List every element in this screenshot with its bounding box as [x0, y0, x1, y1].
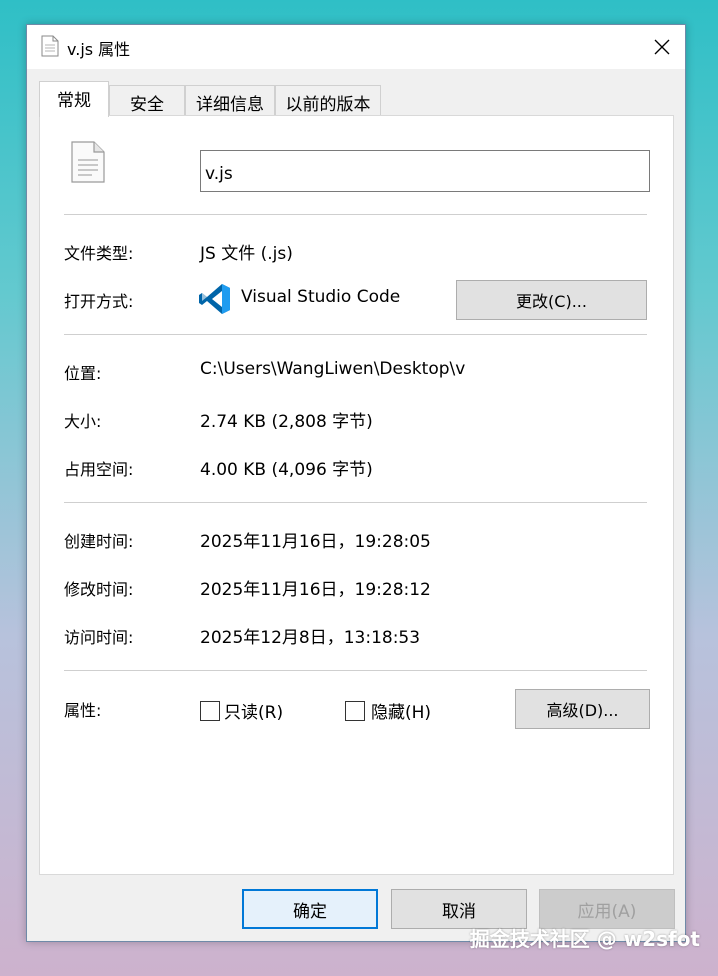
accessed-label: 访问时间:	[64, 628, 134, 647]
accessed-value: 2025年12月8日，13:18:53	[200, 628, 421, 648]
file-name-input[interactable]	[200, 150, 650, 192]
separator	[64, 334, 647, 335]
title-bar[interactable]: v.js 属性	[27, 25, 685, 69]
open-with-app: Visual Studio Code	[241, 287, 401, 307]
attributes-label: 属性:	[64, 701, 102, 720]
size-label: 大小:	[64, 412, 102, 431]
readonly-checkbox[interactable]	[200, 701, 220, 721]
properties-dialog: v.js 属性 常规 安全 详细信息 以前的版本 文件类型: JS 文件 (.j…	[26, 24, 686, 942]
file-type-label: 文件类型:	[64, 244, 134, 263]
hidden-checkbox[interactable]	[345, 701, 365, 721]
file-icon	[41, 35, 59, 57]
tab-security[interactable]: 安全	[109, 85, 185, 115]
file-type-value: JS 文件 (.js)	[200, 244, 293, 264]
advanced-button-label: 高级(D)...	[546, 701, 619, 720]
separator	[64, 214, 647, 215]
separator	[64, 502, 647, 503]
watermark: 掘金技术社区 @ w2sfot	[469, 927, 700, 951]
created-value: 2025年11月16日，19:28:05	[200, 532, 431, 552]
change-button-label: 更改(C)...	[516, 292, 587, 311]
created-label: 创建时间:	[64, 532, 134, 551]
tab-previous-versions[interactable]: 以前的版本	[275, 85, 381, 115]
general-panel: 文件类型: JS 文件 (.js) 打开方式: Visual Studio Co…	[39, 115, 674, 875]
location-value: C:\Users\WangLiwen\Desktop\v	[200, 359, 466, 379]
window-title: v.js 属性	[67, 40, 131, 59]
size-value: 2.74 KB (2,808 字节)	[200, 412, 373, 432]
cancel-button-label: 取消	[442, 901, 476, 922]
modified-value: 2025年11月16日，19:28:12	[200, 580, 431, 600]
readonly-label[interactable]: 只读(R)	[224, 698, 283, 723]
change-button[interactable]: 更改(C)...	[456, 280, 647, 320]
apply-button-label: 应用(A)	[577, 901, 637, 922]
open-with-label: 打开方式:	[64, 292, 134, 311]
tab-details[interactable]: 详细信息	[185, 85, 275, 115]
ok-button-label: 确定	[293, 901, 327, 922]
close-button[interactable]	[639, 25, 685, 69]
vscode-icon	[199, 284, 230, 314]
size-on-disk-label: 占用空间:	[64, 460, 134, 479]
size-on-disk-value: 4.00 KB (4,096 字节)	[200, 460, 373, 480]
modified-label: 修改时间:	[64, 580, 134, 599]
location-label: 位置:	[64, 364, 102, 383]
tab-general[interactable]: 常规	[39, 81, 109, 117]
file-icon	[71, 141, 105, 183]
separator	[64, 670, 647, 671]
ok-button[interactable]: 确定	[242, 889, 378, 929]
close-icon	[654, 39, 670, 55]
advanced-button[interactable]: 高级(D)...	[515, 689, 650, 729]
hidden-label[interactable]: 隐藏(H)	[371, 698, 431, 723]
